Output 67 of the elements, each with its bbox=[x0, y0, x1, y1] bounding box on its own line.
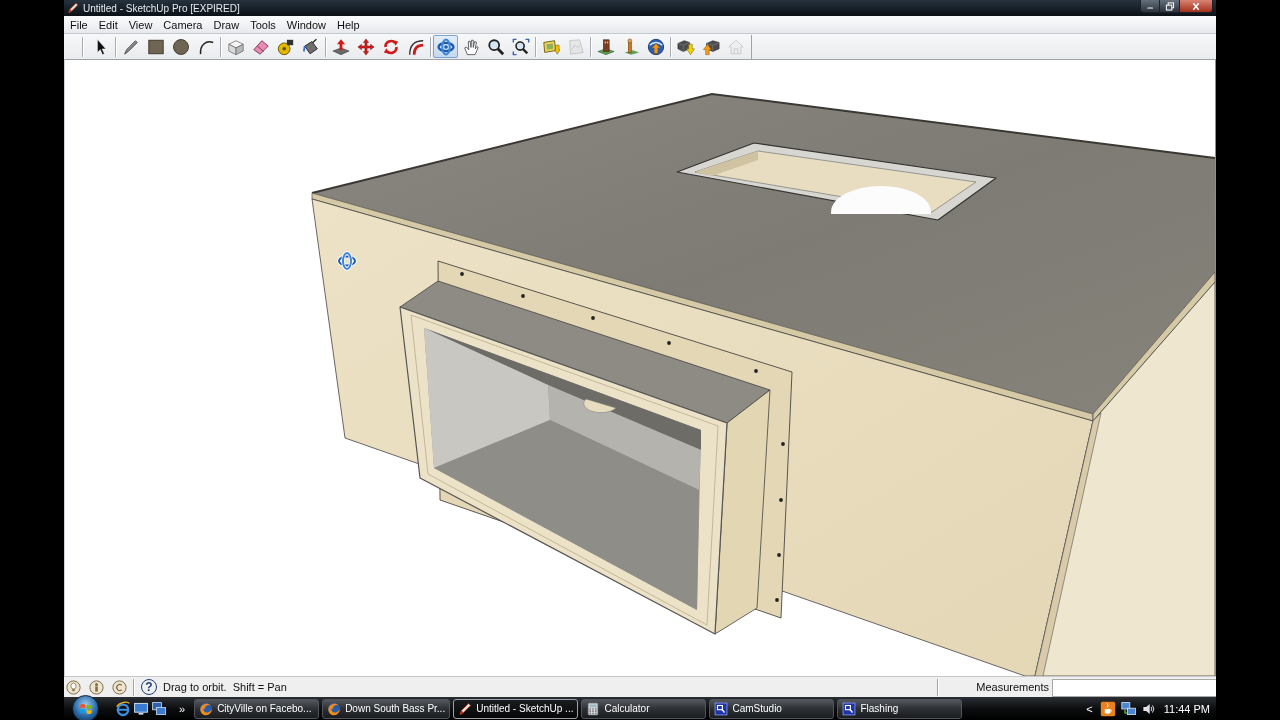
boxes-download-icon bbox=[676, 37, 695, 56]
taskbar-button[interactable]: Down South Bass Pr... bbox=[322, 698, 451, 719]
paint-bucket-icon bbox=[301, 37, 320, 56]
menu-item[interactable]: Tools bbox=[245, 17, 281, 32]
close-button[interactable] bbox=[1180, 0, 1213, 13]
orbit-icon bbox=[436, 37, 455, 56]
globe-icon bbox=[199, 701, 214, 716]
taskbar-button[interactable]: Untitled - SketchUp ... bbox=[453, 698, 579, 719]
measurements-field[interactable] bbox=[1052, 679, 1216, 697]
overflow-chevron[interactable]: » bbox=[179, 702, 186, 715]
calculator-icon bbox=[586, 701, 601, 716]
pen-icon bbox=[67, 2, 79, 14]
close-icon bbox=[1191, 1, 1201, 11]
rotate-icon bbox=[381, 37, 400, 56]
terrain-page-icon bbox=[566, 37, 585, 56]
hand-icon bbox=[461, 37, 480, 56]
zoom-extents-icon bbox=[511, 37, 530, 56]
menu-item[interactable]: Window bbox=[281, 17, 331, 32]
eraser-icon bbox=[251, 37, 270, 56]
move-arrows-icon bbox=[356, 37, 375, 56]
desktop-icon[interactable] bbox=[133, 700, 149, 717]
taskbar-button[interactable]: Flashing bbox=[837, 698, 963, 719]
magnifier-tile-icon bbox=[842, 701, 857, 716]
network-icon[interactable] bbox=[1120, 700, 1137, 717]
square-icon bbox=[146, 37, 165, 56]
minimize-button[interactable] bbox=[1140, 0, 1160, 13]
house-icon bbox=[726, 37, 745, 56]
globe-icon bbox=[327, 701, 342, 716]
menu-item[interactable]: Help bbox=[331, 17, 365, 32]
info-icon[interactable] bbox=[89, 679, 104, 695]
browser-icon[interactable] bbox=[115, 700, 131, 717]
boxes-upload-icon bbox=[701, 37, 720, 56]
orbit-tool-button[interactable] bbox=[433, 35, 458, 58]
flag-icon bbox=[78, 701, 93, 716]
window-title: Untitled - SketchUp Pro [EXPIRED] bbox=[83, 2, 240, 14]
menu-item[interactable]: File bbox=[65, 17, 93, 32]
clock: 11:44 PM bbox=[1163, 702, 1210, 715]
restore-icon bbox=[1164, 1, 1175, 11]
status-hint: Drag to orbit. Shift = Pan bbox=[163, 681, 287, 693]
measurements-label: Measurements bbox=[975, 681, 1050, 693]
globe-icon bbox=[646, 37, 665, 56]
maximize-button[interactable] bbox=[1160, 0, 1180, 13]
menu-item[interactable]: Camera bbox=[158, 17, 208, 32]
menu-item[interactable]: Edit bbox=[93, 17, 123, 32]
tray-expand-button[interactable]: < bbox=[1086, 702, 1093, 715]
offset-curves-icon bbox=[406, 37, 425, 56]
window-switch-icon[interactable] bbox=[151, 700, 167, 717]
zoom-icon bbox=[486, 37, 505, 56]
building-icon bbox=[596, 37, 615, 56]
menu-item[interactable]: Draw bbox=[208, 17, 245, 32]
tape-measure-icon bbox=[276, 37, 295, 56]
pencil-icon bbox=[121, 37, 140, 56]
picture-import-icon bbox=[541, 37, 560, 56]
magnifier-tile-icon bbox=[714, 701, 729, 716]
bulb-icon[interactable] bbox=[66, 679, 81, 695]
pen-icon bbox=[458, 701, 473, 716]
copyright-icon[interactable] bbox=[112, 679, 127, 695]
taskbar-button[interactable]: CityVille on Facebo... bbox=[194, 698, 320, 719]
cup-icon[interactable] bbox=[1099, 700, 1116, 717]
circle-icon bbox=[171, 37, 190, 56]
orbit-cursor-icon bbox=[337, 251, 357, 271]
cube-icon bbox=[226, 37, 245, 56]
push-pull-icon bbox=[331, 37, 350, 56]
start-button[interactable] bbox=[72, 695, 99, 720]
taskbar-button[interactable]: Calculator bbox=[581, 698, 707, 719]
menu-item[interactable]: View bbox=[123, 17, 158, 32]
taskbar-button[interactable]: CamStudio bbox=[709, 698, 835, 719]
